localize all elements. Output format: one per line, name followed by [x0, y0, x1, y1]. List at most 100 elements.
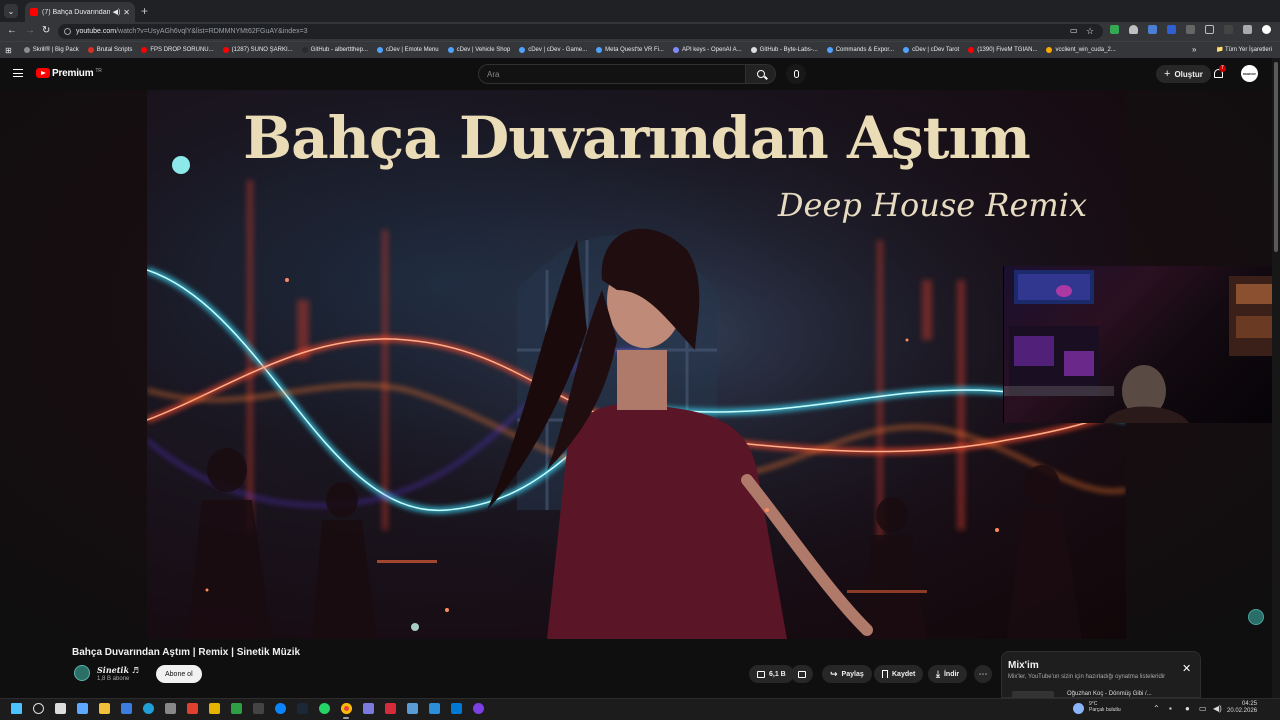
extension-icon[interactable] — [1186, 25, 1195, 34]
microphone-tray-icon[interactable]: ● — [1185, 704, 1190, 714]
task-view-icon[interactable] — [55, 703, 66, 714]
bookmark-item[interactable]: Brutal Scripts — [87, 47, 132, 53]
thumbs-down-icon — [798, 670, 806, 678]
bookmark-item[interactable]: GitHub - Byte-Labs-... — [750, 47, 818, 53]
mix-item-thumbnail[interactable] — [1012, 691, 1054, 698]
video-player[interactable]: Bahça Duvarından Aştım Deep House Remix — [147, 90, 1126, 639]
share-button[interactable]: ↪ Paylaş — [822, 665, 872, 683]
site-info-icon[interactable] — [64, 28, 71, 35]
app-icon[interactable] — [209, 703, 220, 714]
vscode-icon[interactable] — [451, 703, 462, 714]
extension-icon[interactable] — [1110, 25, 1119, 34]
close-icon[interactable]: ✕ — [1182, 662, 1191, 675]
browser-tab-active[interactable]: (7) Bahça Duvarından Aştım ◀) ✕ — [25, 2, 135, 22]
dislike-button[interactable] — [791, 665, 813, 683]
windows-start-icon[interactable] — [11, 703, 22, 714]
app-icon[interactable] — [473, 703, 484, 714]
weather-icon[interactable] — [1073, 703, 1084, 714]
search-button[interactable] — [746, 64, 776, 84]
tray-app-icon[interactable]: ▪ — [1169, 704, 1172, 714]
menu-hamburger-icon[interactable] — [13, 69, 23, 77]
scrollbar-thumb[interactable] — [1274, 62, 1278, 252]
mix-next-item[interactable]: Oğuzhan Koç - Dönmüş Gibi /... — [1067, 691, 1152, 697]
bookmark-item[interactable]: (1390) FiveM TGIAN... — [968, 47, 1037, 53]
bookmark-item[interactable]: vcclient_win_cuda_2... — [1046, 47, 1116, 53]
bookmark-item[interactable]: Commands & Expor... — [826, 47, 894, 53]
extension-icon[interactable] — [1167, 25, 1176, 34]
bookmark-item[interactable]: cDev | Emote Menu — [377, 47, 439, 53]
puzzle-extensions-icon[interactable] — [1205, 25, 1214, 34]
widgets-icon[interactable] — [77, 703, 88, 714]
downloads-icon[interactable] — [1243, 25, 1252, 34]
profile-icon[interactable] — [1262, 25, 1271, 34]
download-button[interactable]: ⤓ İndir — [928, 665, 968, 683]
file-explorer-icon[interactable] — [99, 703, 110, 714]
app-icon[interactable] — [275, 703, 286, 714]
steam-icon[interactable] — [297, 703, 308, 714]
xbox-icon[interactable] — [231, 703, 242, 714]
bookmark-item[interactable]: API keys - OpenAI A... — [672, 47, 742, 53]
account-avatar[interactable]: DEBDOV — [1241, 65, 1258, 82]
tab-search-button[interactable]: ⌄ — [4, 4, 18, 18]
bookmark-item[interactable]: (1287) SUNO ŞARKI... — [222, 47, 293, 53]
bookmark-item[interactable]: Meta Quest'te VR Fi... — [596, 47, 664, 53]
create-button[interactable]: + Oluştur — [1156, 65, 1211, 83]
channel-watermark-icon[interactable] — [1248, 609, 1264, 625]
bookmark-item[interactable]: cDev | cDev Tarot — [903, 47, 959, 53]
notification-badge: 7 — [1219, 65, 1226, 72]
reload-icon[interactable]: ↻ — [42, 25, 50, 37]
weather-widget[interactable]: 9°C Parçalı bulutlu — [1089, 701, 1121, 713]
forward-icon[interactable]: → — [25, 25, 35, 37]
back-icon[interactable]: ← — [7, 25, 17, 37]
search-input[interactable]: Ara — [478, 64, 746, 84]
app-icon[interactable] — [187, 703, 198, 714]
bookmark-item[interactable]: GitHub - alberttthep... — [301, 47, 368, 53]
app-icon[interactable] — [165, 703, 176, 714]
app-icon[interactable] — [253, 703, 264, 714]
like-count: 6,1 B — [769, 670, 786, 678]
whatsapp-icon[interactable] — [319, 703, 330, 714]
bookmark-star-icon[interactable]: ☆ — [1086, 25, 1094, 37]
like-button[interactable]: 6,1 B — [749, 665, 794, 683]
app-icon[interactable] — [363, 703, 374, 714]
volume-icon[interactable]: ◀) — [1213, 704, 1222, 714]
channel-avatar[interactable] — [74, 665, 90, 681]
app-icon[interactable] — [407, 703, 418, 714]
tab-close-icon[interactable]: ✕ — [123, 8, 130, 17]
edge-browser-icon[interactable] — [143, 703, 154, 714]
save-button[interactable]: Kaydet — [874, 665, 924, 683]
network-icon[interactable]: ▭ — [1199, 704, 1207, 714]
audio-playing-icon[interactable]: ◀) — [113, 8, 121, 16]
side-panel-icon[interactable] — [1224, 25, 1233, 34]
youtube-premium-logo[interactable]: Premium TR — [52, 68, 102, 79]
bookmark-item[interactable]: FPS DROP SORUNU... — [141, 47, 214, 53]
mail-icon[interactable] — [121, 703, 132, 714]
tab-title: (7) Bahça Duvarından Aştım — [42, 8, 110, 16]
voice-search-button[interactable] — [786, 64, 806, 84]
tray-overflow-icon[interactable]: ⌃ — [1153, 704, 1160, 714]
app-icon[interactable] — [385, 703, 396, 714]
subscribe-button[interactable]: Abone ol — [156, 665, 202, 683]
extension-icon[interactable] — [1148, 25, 1157, 34]
bookmark-item[interactable]: Skrill® | Big Pack — [23, 47, 79, 53]
app-icon[interactable] — [429, 703, 440, 714]
channel-name[interactable]: Sinetik ♬ — [97, 665, 139, 675]
all-bookmarks-folder[interactable]: 📁 Tüm Yer İşaretleri — [1216, 46, 1272, 53]
bookmark-item[interactable]: cDev | cDev - Game... — [519, 47, 587, 53]
more-bookmarks-icon[interactable]: » — [1192, 45, 1196, 54]
search-icon[interactable] — [33, 703, 44, 714]
apps-grid-icon[interactable]: ⊞ — [5, 46, 12, 55]
youtube-logo-icon[interactable] — [36, 68, 50, 78]
more-actions-icon[interactable]: ⋯ — [974, 665, 992, 683]
thumbs-up-icon — [757, 670, 765, 678]
video-overlay-title: Bahça Duvarından Aştım — [243, 104, 1031, 172]
notifications-button[interactable]: 7 — [1213, 65, 1226, 80]
address-bar[interactable]: youtube.com /watch?v=UsyAGh6vqlY&list=RD… — [58, 24, 1103, 39]
shield-extension-icon[interactable] — [1129, 25, 1138, 34]
system-clock[interactable]: 04:25 20.02.2026 — [1227, 701, 1257, 715]
address-host: youtube.com — [76, 28, 117, 35]
new-tab-button[interactable]: + — [141, 4, 148, 18]
chrome-icon[interactable] — [341, 703, 352, 714]
bookmark-item[interactable]: cDev | Vehicle Shop — [447, 47, 510, 53]
cast-icon[interactable]: ▭ — [1070, 25, 1078, 37]
